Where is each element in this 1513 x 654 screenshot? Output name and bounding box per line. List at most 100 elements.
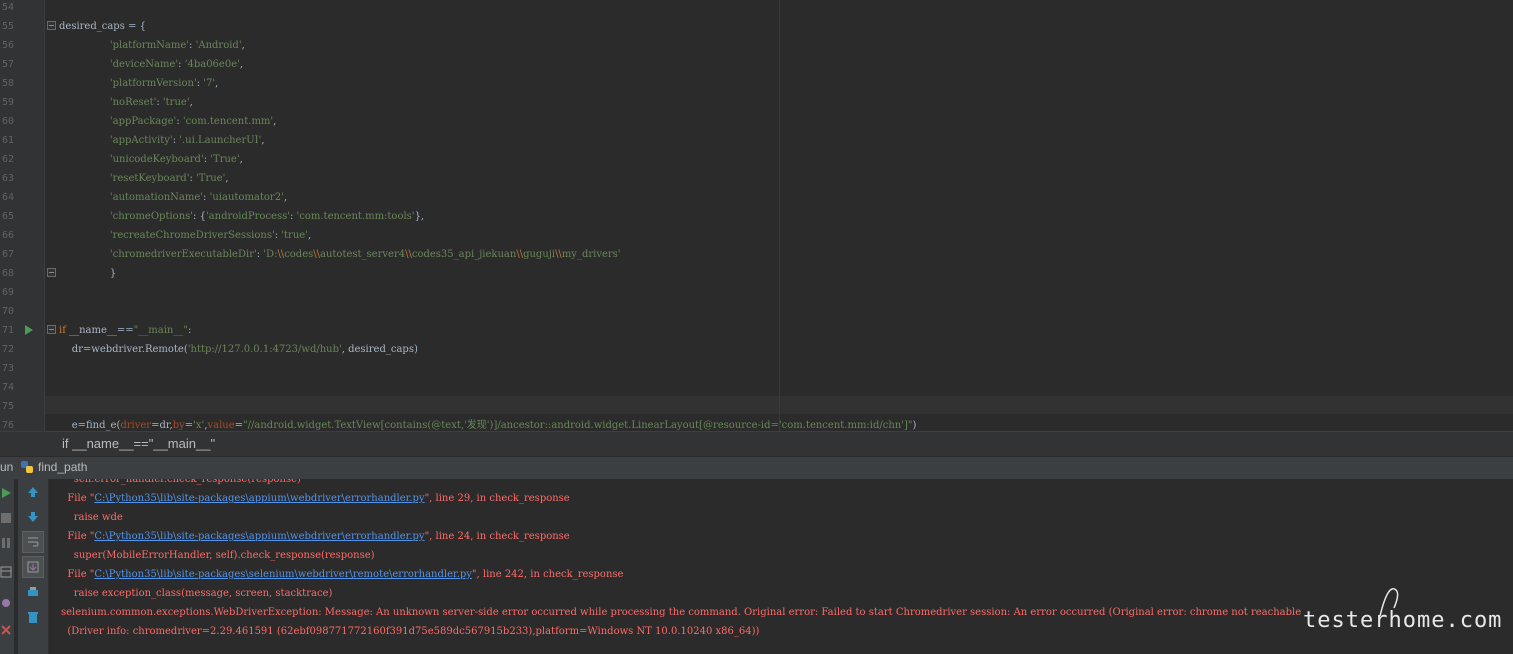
line-number: 76: [2, 420, 15, 431]
up-arrow-icon[interactable]: [23, 482, 43, 502]
line-number: 55: [2, 21, 15, 32]
console-line: super(MobileErrorHandler, self).check_re…: [61, 550, 375, 561]
code-line[interactable]: 54: [0, 0, 1513, 17]
line-number: 68: [2, 268, 15, 279]
code-line[interactable]: 76 e=find_e(driver=dr,by='x',value="//an…: [0, 416, 1513, 431]
run-gutter-icon[interactable]: [24, 324, 34, 336]
run-panel-header: un find_path: [0, 456, 1513, 480]
fold-icon[interactable]: [47, 325, 56, 334]
line-number: 56: [2, 40, 15, 51]
code-line[interactable]: 73: [0, 359, 1513, 378]
pin-icon[interactable]: [0, 593, 16, 613]
line-number: 75: [2, 401, 15, 412]
code-text: 'noReset': 'true',: [109, 97, 193, 108]
run-toolbar-primary: [0, 479, 14, 654]
pause-icon[interactable]: [0, 533, 16, 553]
line-number: 71: [2, 325, 15, 336]
console-line: (Driver info: chromedriver=2.29.461591 (…: [61, 626, 760, 637]
code-line[interactable]: 70: [0, 302, 1513, 321]
soft-wrap-icon[interactable]: [22, 531, 44, 553]
code-line[interactable]: 64 'automationName': 'uiautomator2',: [0, 188, 1513, 207]
code-text: desired_caps = {: [59, 21, 146, 32]
traceback-file-link[interactable]: C:\Python35\lib\site-packages\appium\web…: [94, 493, 424, 504]
traceback-file-line: File "C:\Python35\lib\site-packages\appi…: [61, 493, 570, 504]
code-line[interactable]: 56 'platformName': 'Android',: [0, 36, 1513, 55]
code-line[interactable]: 74: [0, 378, 1513, 397]
line-number: 65: [2, 211, 15, 222]
fold-icon[interactable]: [47, 268, 56, 277]
code-text: }: [59, 268, 117, 279]
console-line: raise wde: [61, 512, 123, 523]
code-editor[interactable]: 54 55 desired_caps = { 56 'platformName': '…: [0, 0, 1513, 431]
console-line: raise exception_class(message, screen, s…: [61, 588, 333, 599]
breadcrumb-label[interactable]: if __name__=="__main__": [62, 436, 215, 451]
code-text: 'resetKeyboard': 'True',: [109, 173, 229, 184]
code-text: dr=webdriver.Remote('http://127.0.0.1:47…: [59, 344, 418, 355]
line-number: 67: [2, 249, 15, 260]
code-text: 'appActivity': '.ui.LauncherUI',: [109, 135, 265, 146]
line-number: 62: [2, 154, 15, 165]
line-number: 72: [2, 344, 15, 355]
code-line[interactable]: 58 'platformVersion': '7',: [0, 74, 1513, 93]
code-line[interactable]: 61 'appActivity': '.ui.LauncherUI',: [0, 131, 1513, 150]
line-number: 63: [2, 173, 15, 184]
line-number: 73: [2, 363, 15, 374]
python-icon: [21, 461, 33, 473]
traceback-file-link[interactable]: C:\Python35\lib\site-packages\appium\web…: [94, 531, 424, 542]
traceback-file-line: File "C:\Python35\lib\site-packages\sele…: [61, 569, 624, 580]
line-number: 60: [2, 116, 15, 127]
run-config-tab[interactable]: find_path: [38, 460, 87, 474]
code-line[interactable]: 66 'recreateChromeDriverSessions': 'true…: [0, 226, 1513, 245]
print-icon[interactable]: [23, 582, 43, 602]
traceback-file-link[interactable]: C:\Python35\lib\site-packages\selenium\w…: [94, 569, 472, 580]
line-number: 54: [2, 2, 15, 13]
code-line[interactable]: 65 'chromeOptions': {'androidProcess': '…: [0, 207, 1513, 226]
code-line[interactable]: 59 'noReset': 'true',: [0, 93, 1513, 112]
code-line[interactable]: 67 'chromedriverExecutableDir': 'D:\\cod…: [0, 245, 1513, 264]
code-text: 'recreateChromeDriverSessions': 'true',: [109, 230, 312, 241]
code-text: 'platformName': 'Android',: [109, 40, 245, 51]
line-number: 58: [2, 78, 15, 89]
code-line[interactable]: 69: [0, 283, 1513, 302]
line-number: 57: [2, 59, 15, 70]
code-line[interactable]: 55 desired_caps = {: [0, 17, 1513, 36]
stop-icon[interactable]: [0, 508, 16, 528]
code-text: 'unicodeKeyboard': 'True',: [109, 154, 243, 165]
line-number: 64: [2, 192, 15, 203]
line-number: 70: [2, 306, 15, 317]
code-text: if __name__=="__main__":: [59, 325, 192, 336]
fold-icon[interactable]: [47, 21, 56, 30]
line-number: 59: [2, 97, 15, 108]
rerun-icon[interactable]: [0, 483, 16, 503]
line-number: 61: [2, 135, 15, 146]
line-number: 74: [2, 382, 15, 393]
down-arrow-icon[interactable]: [23, 507, 43, 527]
code-line[interactable]: 72 dr=webdriver.Remote('http://127.0.0.1…: [0, 340, 1513, 359]
code-text: 'automationName': 'uiautomator2',: [109, 192, 288, 203]
run-toolbar-secondary: [18, 479, 49, 654]
code-line[interactable]: 57 'deviceName': '4ba06e0e',: [0, 55, 1513, 74]
close-icon[interactable]: [0, 620, 16, 640]
trash-icon[interactable]: [23, 607, 43, 627]
traceback-file-line: File "C:\Python35\lib\site-packages\appi…: [61, 531, 570, 542]
run-panel-label: un: [0, 460, 14, 474]
breadcrumb[interactable]: if __name__=="__main__": [0, 431, 1513, 456]
code-text: 'appPackage': 'com.tencent.mm',: [109, 116, 277, 127]
code-line[interactable]: 71 if __name__=="__main__":: [0, 321, 1513, 340]
code-line[interactable]: 63 'resetKeyboard': 'True',: [0, 169, 1513, 188]
console-line: self.error_handler.check_response(respon…: [61, 479, 301, 485]
line-number: 69: [2, 287, 15, 298]
code-line[interactable]: 75: [0, 397, 1513, 416]
console-output[interactable]: self.error_handler.check_response(respon…: [49, 479, 1513, 654]
code-line[interactable]: 60 'appPackage': 'com.tencent.mm',: [0, 112, 1513, 131]
watermark: testerhome.com: [1303, 608, 1503, 633]
line-number: 66: [2, 230, 15, 241]
code-text: 'chromedriverExecutableDir': 'D:\\codes\…: [109, 249, 621, 260]
code-line[interactable]: 68 }: [0, 264, 1513, 283]
scroll-end-icon[interactable]: [22, 556, 44, 578]
code-text: 'deviceName': '4ba06e0e',: [109, 59, 244, 70]
layout-icon[interactable]: [0, 562, 16, 582]
code-text: 'platformVersion': '7',: [109, 78, 219, 89]
code-text: 'chromeOptions': {'androidProcess': 'com…: [109, 211, 425, 222]
code-line[interactable]: 62 'unicodeKeyboard': 'True',: [0, 150, 1513, 169]
